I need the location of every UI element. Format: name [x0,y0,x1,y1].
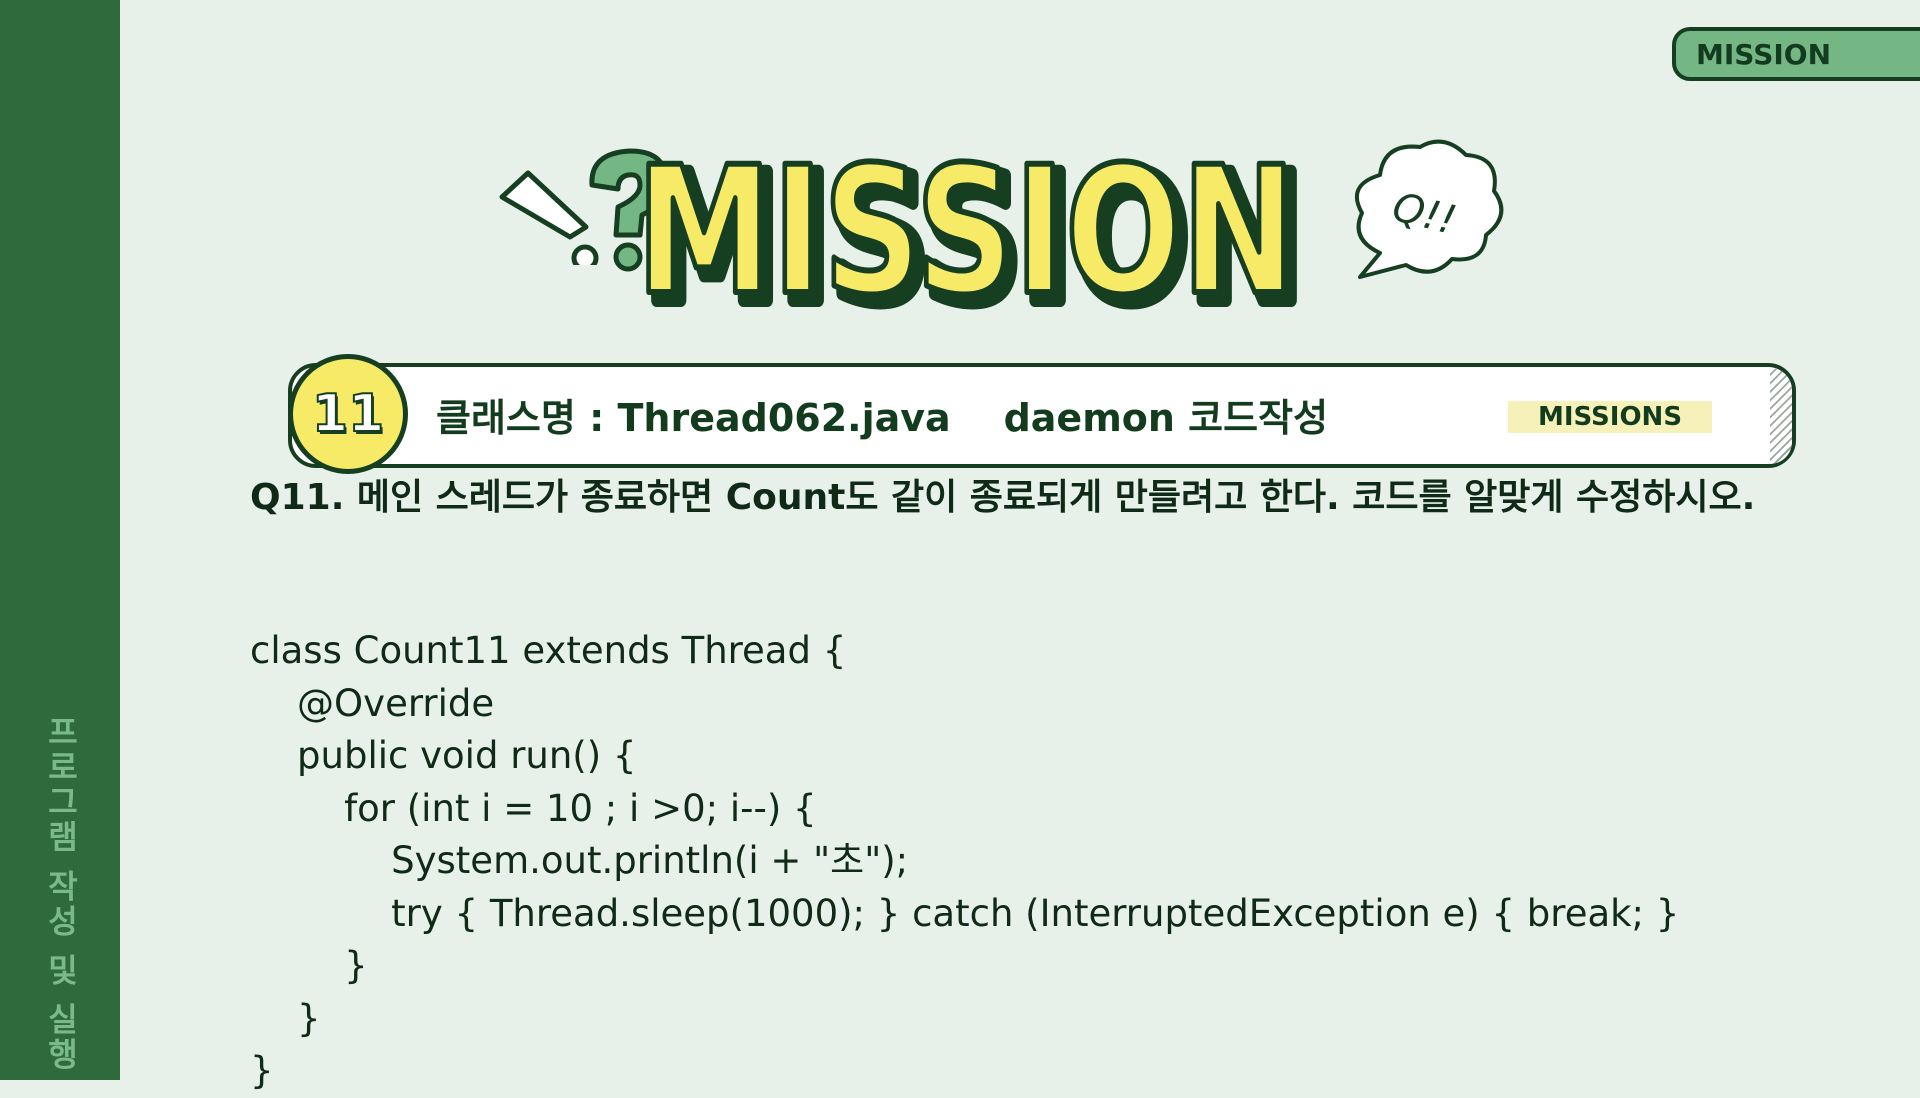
mission-title: 클래스명 : Thread062.java daemon 코드작성 [436,396,1329,440]
mission-number-badge: 11 [288,354,408,474]
mission-number: 11 [311,383,385,445]
sidebar: 프로그램 작성 및 실행 [0,0,120,1080]
question-text: Q11. 메인 스레드가 종료하면 Count도 같이 종료되게 만들려고 한다… [250,477,1756,518]
code-line: for (int i = 10 ; i >0; i--) { [250,786,817,830]
missions-tag: MISSIONS [1508,401,1712,433]
header-hatch-decoration [1770,368,1792,464]
speech-bubble-icon: Q!! [1355,139,1504,279]
code-block: class Count11 extends Thread { @Override… [250,625,1679,1098]
code-line: } [250,996,321,1040]
code-line: @Override [250,681,495,725]
code-line: System.out.println(i + "초"); [250,839,909,882]
code-line: } [250,1049,274,1092]
code-line: class Count11 extends Thread { [250,629,847,672]
corner-tag-label: MISSION [1696,37,1832,71]
mission-logo: MISSION MISSION Q!! [480,126,1504,349]
sidebar-label: 프로그램 작성 및 실행 [42,715,80,1073]
code-line: try { Thread.sleep(1000); } catch (Inter… [250,891,1680,935]
corner-mission-tag: MISSION [1672,27,1920,81]
logo-text-main: MISSION [636,129,1296,334]
logo-title: MISSION MISSION [633,126,1311,349]
missions-tag-label: MISSIONS [1537,402,1683,432]
code-line: public void run() { [250,734,637,777]
code-line: } [250,944,368,987]
